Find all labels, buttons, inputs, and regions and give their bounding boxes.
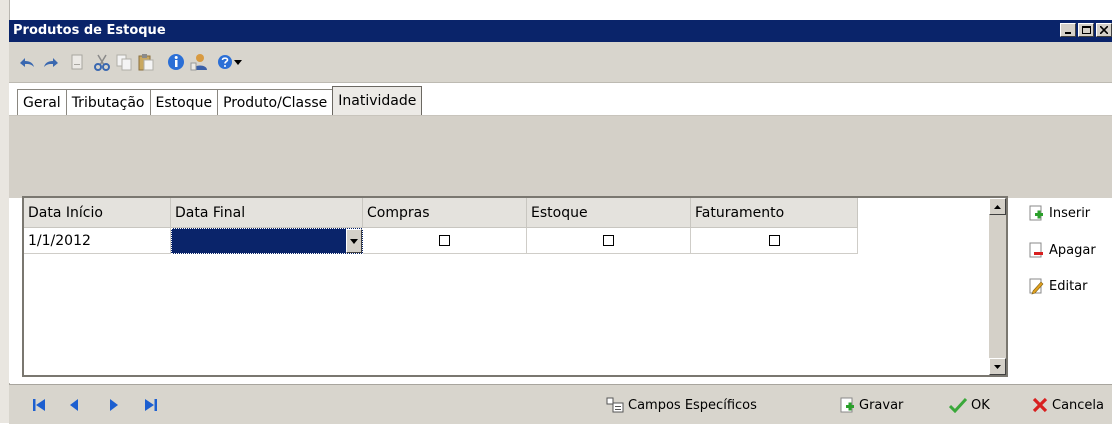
vertical-scrollbar[interactable]	[989, 198, 1006, 375]
cancel-icon	[1032, 397, 1048, 413]
previous-record-button[interactable]	[66, 397, 82, 413]
copy-button[interactable]	[115, 53, 133, 71]
cell-data-final-combo[interactable]	[171, 228, 363, 254]
undo-icon	[20, 58, 34, 67]
cancelar-button[interactable]: Cancela	[1032, 396, 1104, 414]
tab-estoque[interactable]: Estoque	[149, 89, 219, 115]
maximize-button[interactable]	[1078, 23, 1094, 37]
chevron-down-icon	[350, 238, 358, 244]
inserir-button[interactable]: Inserir	[1028, 203, 1090, 223]
ok-label: OK	[971, 397, 990, 413]
apagar-label: Apagar	[1049, 242, 1096, 258]
help-dropdown-button[interactable]	[233, 53, 243, 71]
last-record-icon	[145, 399, 157, 411]
cell-compras	[363, 228, 527, 254]
copy-icon	[116, 54, 132, 71]
tab-produto-classe[interactable]: Produto/Classe	[217, 89, 334, 115]
grid-header: Data Início Data Final Compras Estoque F…	[24, 198, 858, 228]
redo-icon	[44, 58, 58, 67]
first-record-button[interactable]	[31, 397, 47, 413]
user-button[interactable]	[190, 53, 208, 71]
ok-button[interactable]: OK	[949, 396, 990, 414]
paste-icon	[138, 54, 154, 71]
minimize-icon	[1065, 32, 1071, 34]
editar-button[interactable]: Editar	[1028, 276, 1088, 296]
redo-button[interactable]	[42, 53, 60, 71]
window-controls	[1060, 23, 1112, 37]
info-icon	[168, 54, 184, 70]
gravar-button[interactable]: Gravar	[839, 396, 903, 414]
campos-especificos-button[interactable]: Campos Específicos	[606, 396, 757, 414]
apagar-button[interactable]: Apagar	[1028, 240, 1096, 260]
scroll-up-icon	[994, 204, 1001, 209]
table-row[interactable]: 1/1/2012	[24, 228, 858, 254]
dropdown-arrow-icon	[234, 59, 242, 65]
tab-tributacao[interactable]: Tributação	[65, 89, 151, 115]
window: Produtos de Estoque Geral Tributação Est…	[0, 0, 1112, 424]
minimize-button[interactable]	[1060, 23, 1076, 37]
editar-label: Editar	[1049, 278, 1088, 294]
tab-inatividade[interactable]: Inatividade	[332, 86, 423, 115]
edit-icon	[1029, 278, 1044, 295]
campos-especificos-label: Campos Específicos	[628, 397, 757, 413]
help-button[interactable]	[216, 53, 234, 71]
delete-icon	[1029, 242, 1043, 258]
first-record-icon	[33, 399, 45, 411]
new-button[interactable]	[68, 53, 86, 71]
next-record-button[interactable]	[106, 397, 122, 413]
check-icon	[949, 397, 967, 413]
tab-geral[interactable]: Geral	[17, 89, 67, 115]
cell-faturamento	[691, 228, 858, 254]
estoque-checkbox[interactable]	[603, 235, 614, 246]
toolbar	[9, 42, 1112, 83]
title-bar[interactable]: Produtos de Estoque	[9, 20, 1112, 42]
scroll-up-button[interactable]	[989, 198, 1006, 215]
cell-estoque	[527, 228, 691, 254]
close-button[interactable]	[1096, 23, 1112, 37]
gravar-label: Gravar	[859, 397, 904, 413]
column-header-estoque[interactable]: Estoque	[527, 198, 691, 228]
close-icon	[1100, 26, 1108, 34]
faturamento-checkbox[interactable]	[768, 235, 780, 246]
column-header-faturamento[interactable]: Faturamento	[691, 198, 858, 228]
tab-strip: Geral Tributação Estoque Produto/Classe …	[17, 86, 423, 115]
inactivity-grid[interactable]: Data Início Data Final Compras Estoque F…	[22, 196, 1008, 377]
paste-button[interactable]	[137, 53, 155, 71]
window-title: Produtos de Estoque	[13, 23, 166, 38]
scroll-down-button[interactable]	[989, 358, 1006, 375]
bottom-bar: Campos Específicos Gravar OK Cancela	[9, 384, 1112, 424]
column-header-data-inicio[interactable]: Data Início	[24, 198, 171, 228]
next-record-icon	[110, 399, 118, 411]
compras-checkbox[interactable]	[439, 235, 450, 246]
save-icon	[840, 397, 854, 413]
new-icon	[71, 54, 83, 70]
undo-button[interactable]	[18, 53, 36, 71]
cut-icon	[94, 54, 110, 71]
insert-icon	[1029, 205, 1043, 221]
maximize-icon	[1081, 26, 1091, 34]
inserir-label: Inserir	[1049, 205, 1091, 221]
tab-panel-header	[9, 115, 1112, 199]
cut-button[interactable]	[93, 53, 111, 71]
cancelar-label: Cancela	[1052, 397, 1105, 413]
last-record-button[interactable]	[143, 397, 159, 413]
cell-data-inicio[interactable]: 1/1/2012	[24, 228, 171, 254]
info-button[interactable]	[167, 53, 185, 71]
help-icon	[218, 55, 232, 69]
column-header-data-final[interactable]: Data Final	[171, 198, 363, 228]
fields-icon	[606, 397, 624, 413]
combo-dropdown-button[interactable]	[346, 229, 362, 253]
user-icon	[190, 54, 207, 71]
previous-record-icon	[70, 399, 78, 411]
column-header-compras[interactable]: Compras	[363, 198, 527, 228]
scroll-down-icon	[994, 364, 1001, 369]
